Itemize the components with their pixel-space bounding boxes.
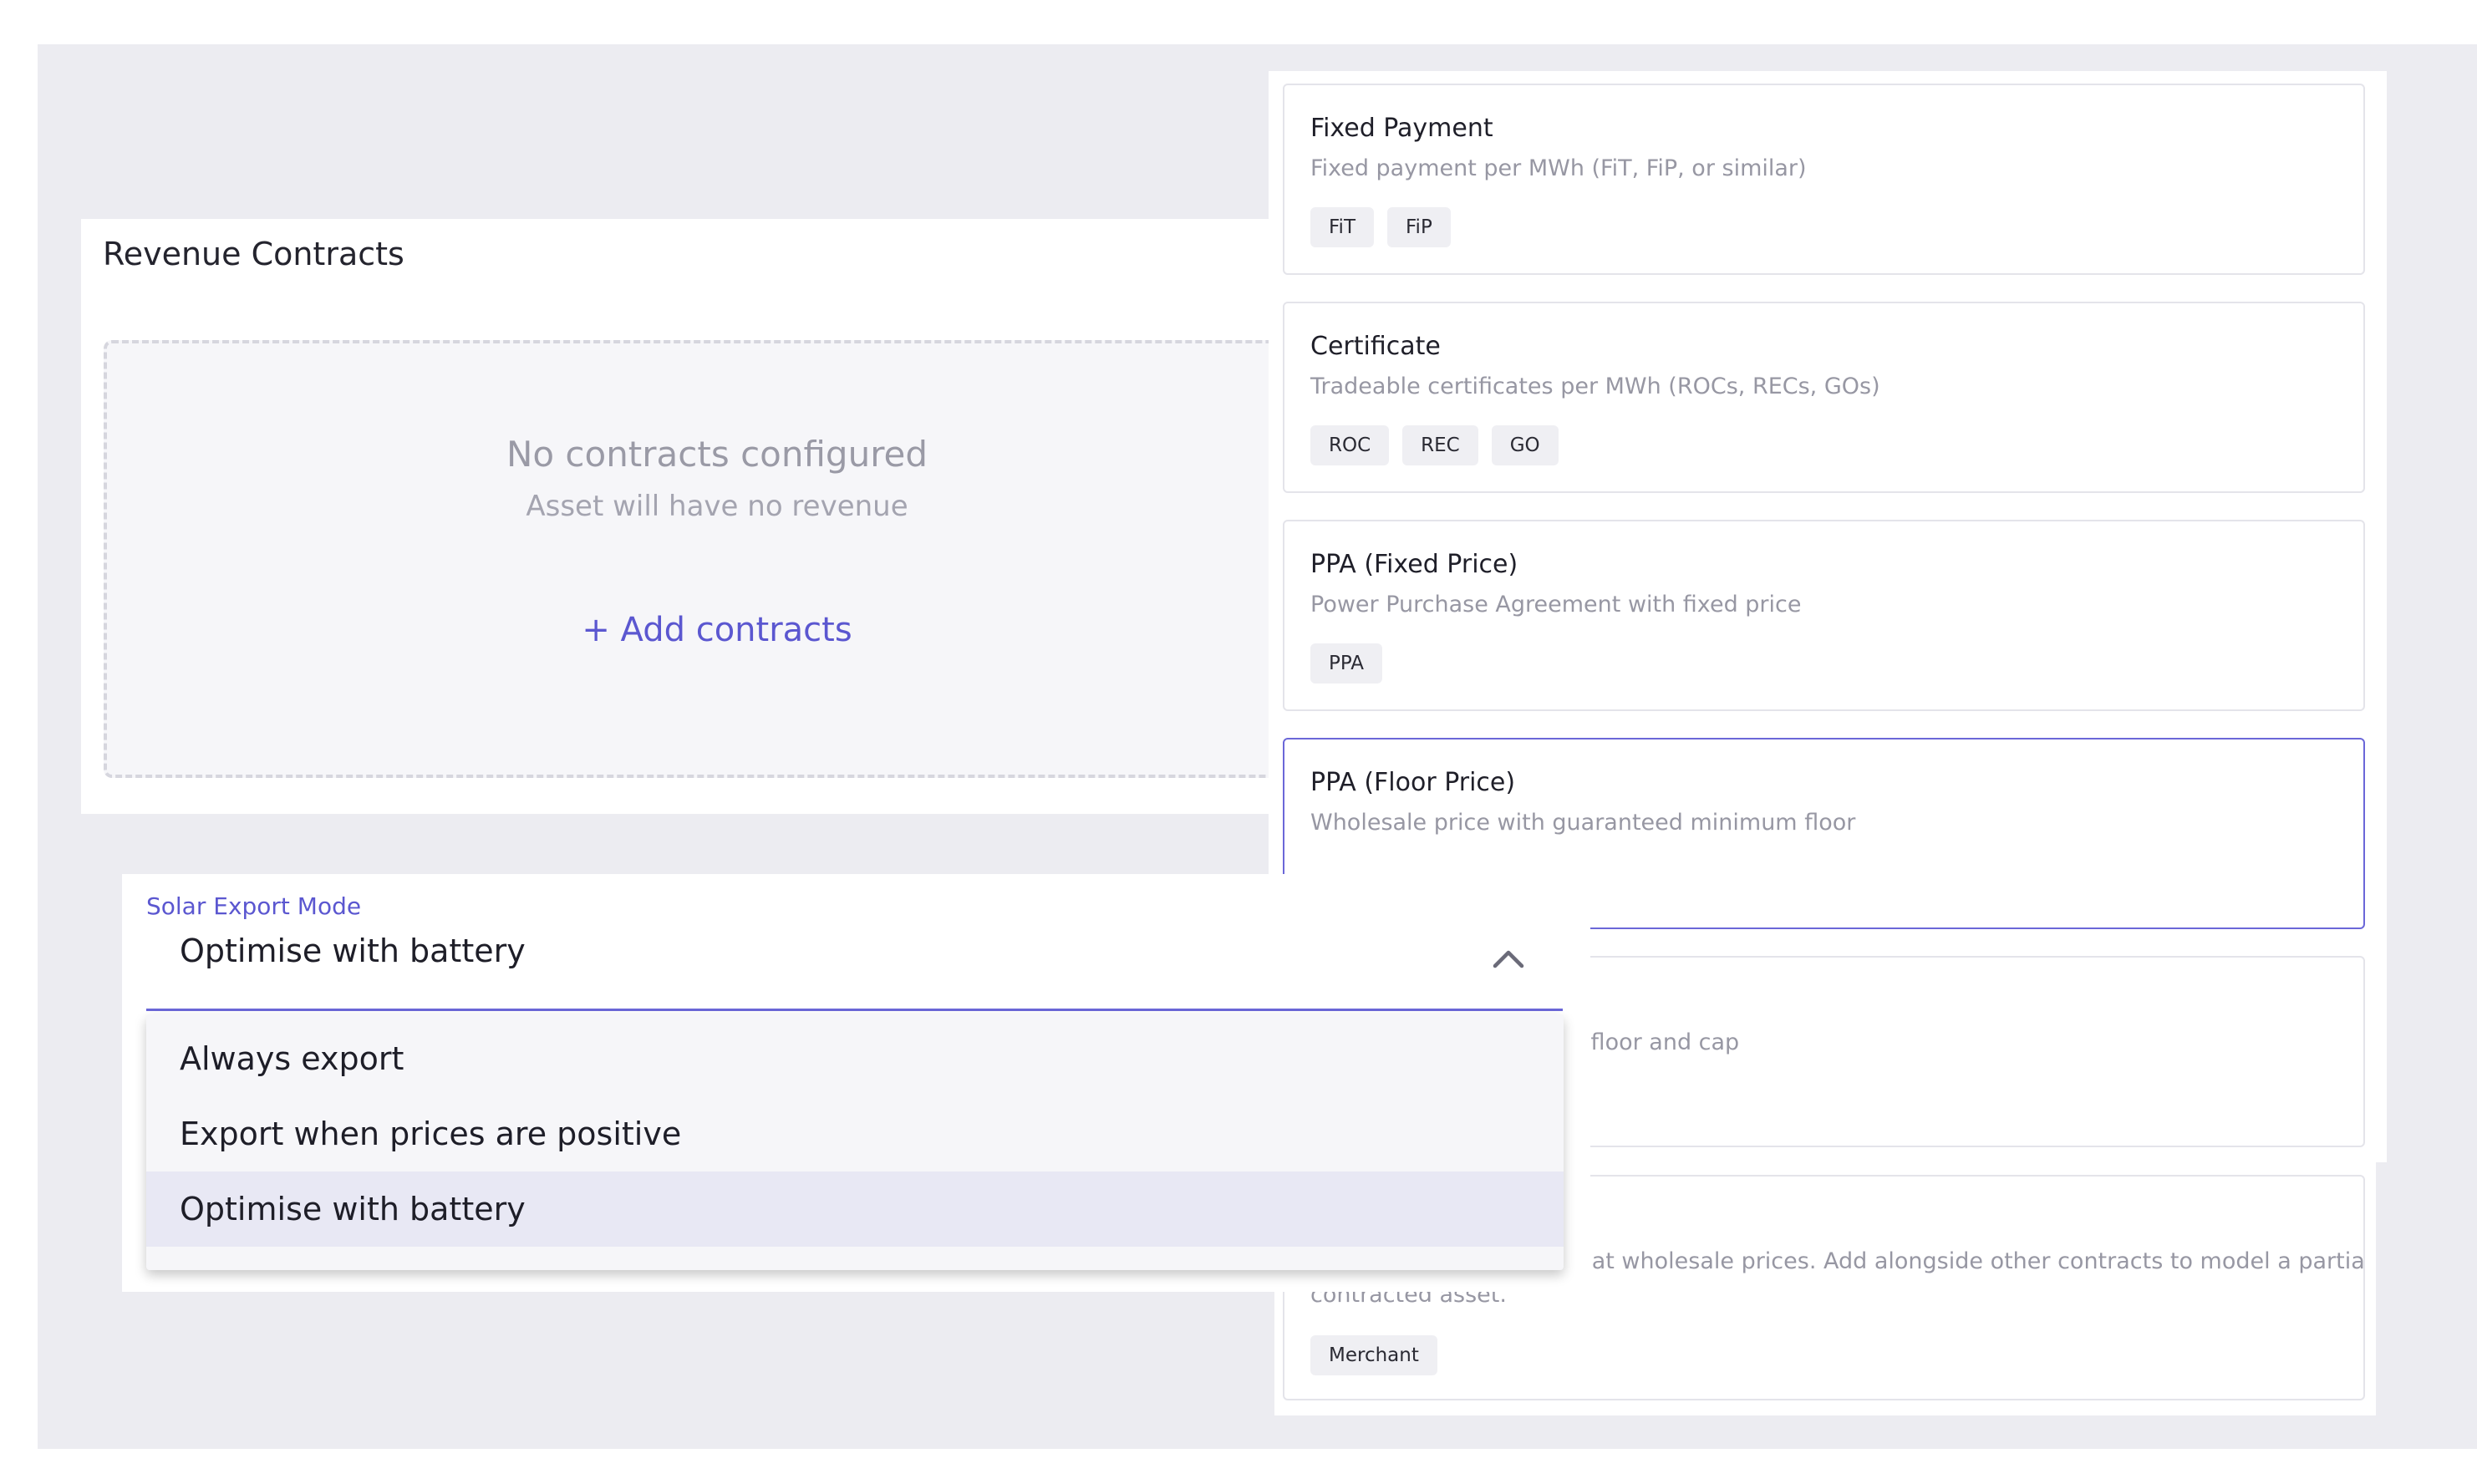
card-tags: FiT FiP <box>1310 207 1451 247</box>
solar-export-select[interactable]: Optimise with battery <box>180 933 526 969</box>
card-title: PPA (Floor Price) <box>1310 768 1516 797</box>
card-title: PPA (Fixed Price) <box>1310 550 1518 579</box>
option-optimise-battery[interactable]: Optimise with battery <box>146 1171 1564 1247</box>
add-contracts-button[interactable]: + Add contracts <box>107 611 1327 649</box>
card-description: d at wholesale prices. Add alongside oth… <box>1570 1248 2365 1274</box>
revenue-contracts-title: Revenue Contracts <box>103 236 404 272</box>
contract-card-ppa-fixed[interactable]: PPA (Fixed Price) Power Purchase Agreeme… <box>1283 520 2365 711</box>
revenue-contracts-panel: Revenue Contracts No contracts configure… <box>81 219 1324 814</box>
tag: PPA <box>1310 643 1383 684</box>
tag: FiP <box>1387 207 1451 247</box>
tag: GO <box>1491 425 1559 465</box>
contract-card-certificate[interactable]: Certificate Tradeable certificates per M… <box>1283 302 2365 493</box>
card-title: Fixed Payment <box>1310 114 1493 143</box>
card-description: y floor and cap <box>1570 1029 1740 1055</box>
contract-card-fixed-payment[interactable]: Fixed Payment Fixed payment per MWh (FiT… <box>1283 84 2365 275</box>
select-underline <box>146 1009 1563 1011</box>
card-description: Power Purchase Agreement with fixed pric… <box>1310 592 1802 617</box>
card-tags: ROC REC GO <box>1310 425 1559 465</box>
tag: REC <box>1402 425 1478 465</box>
chevron-up-icon[interactable] <box>1490 941 1527 978</box>
empty-state: No contracts configured Asset will have … <box>104 340 1324 778</box>
solar-export-label: Solar Export Mode <box>146 892 362 920</box>
tag: ROC <box>1310 425 1390 465</box>
tag: Merchant <box>1310 1335 1437 1375</box>
solar-export-dropdown: Always export Export when prices are pos… <box>146 1014 1564 1270</box>
tag: FiT <box>1310 207 1374 247</box>
card-description: Tradeable certificates per MWh (ROCs, RE… <box>1310 374 1880 399</box>
card-tags: Merchant <box>1310 1335 1437 1375</box>
empty-state-title: No contracts configured <box>506 434 928 475</box>
card-description: Fixed payment per MWh (FiT, FiP, or simi… <box>1310 155 1807 181</box>
option-export-positive[interactable]: Export when prices are positive <box>146 1096 1564 1171</box>
card-description: Wholesale price with guaranteed minimum … <box>1310 810 1856 836</box>
empty-state-subtitle: Asset will have no revenue <box>526 490 908 523</box>
option-always-export[interactable]: Always export <box>146 1021 1564 1096</box>
card-title: Certificate <box>1310 332 1441 361</box>
card-tags: PPA <box>1310 643 1383 684</box>
